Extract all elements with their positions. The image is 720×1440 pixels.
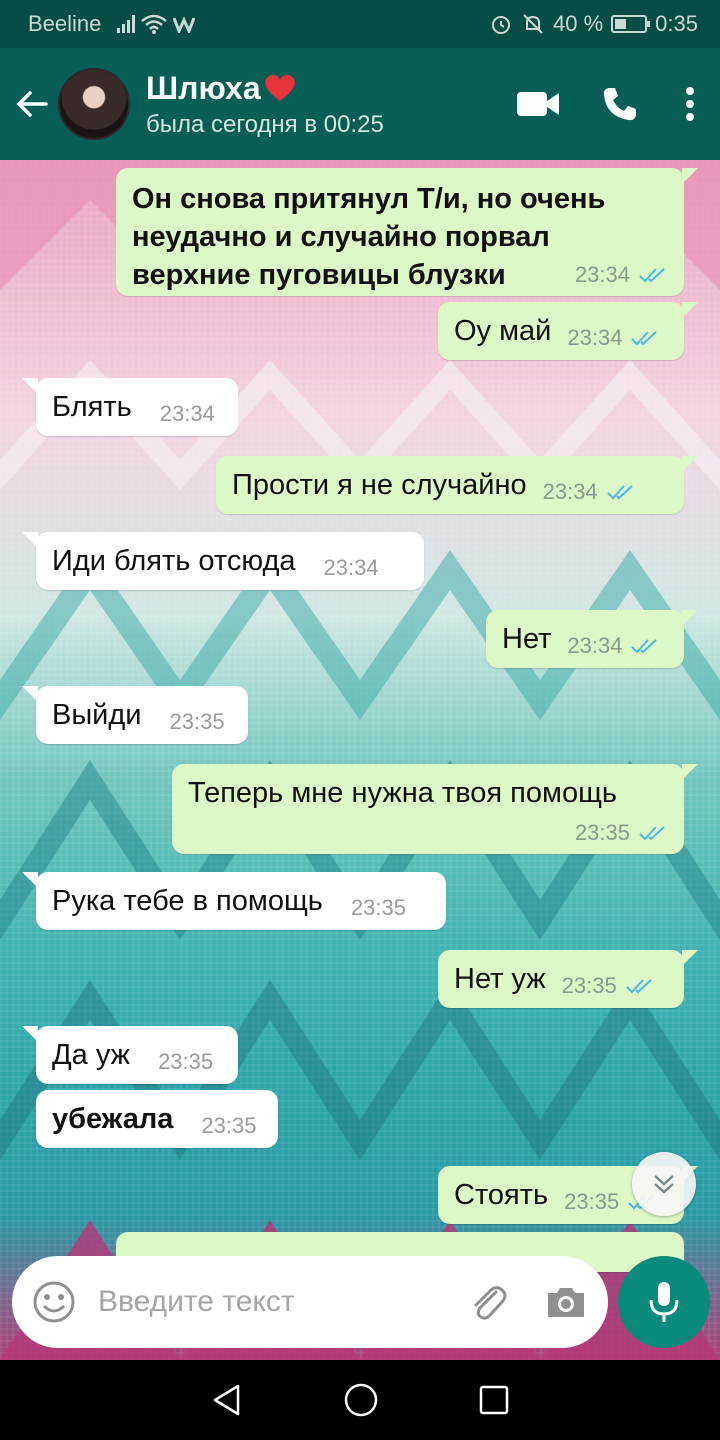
message-text: Да уж xyxy=(52,1039,131,1071)
chat-header: Шлюха была сегодня в 00:25 xyxy=(0,48,720,160)
message-meta: 23:34 xyxy=(567,325,660,351)
message-text: Рука тебе в помощь xyxy=(52,885,323,917)
alarm-icon xyxy=(492,16,511,34)
last-seen: была сегодня в 00:25 xyxy=(146,110,384,138)
message-time: 23:34 xyxy=(323,555,379,580)
message-time: 23:35 xyxy=(201,1113,257,1138)
carrier-label: Beeline xyxy=(28,11,102,36)
message-time: 23:34 xyxy=(542,479,598,504)
avatar[interactable] xyxy=(58,68,130,140)
message-text: Нет уж xyxy=(454,963,546,995)
message-text: Иди блять отсюда xyxy=(52,545,296,577)
message-outgoing[interactable]: Оу май 23:34 xyxy=(438,302,698,360)
phone-icon xyxy=(603,88,636,121)
message-incoming[interactable]: Выйди 23:35 xyxy=(22,686,248,744)
camera-icon[interactable] xyxy=(544,1280,588,1324)
more-options-button[interactable] xyxy=(670,72,710,136)
message-time: 23:34 xyxy=(159,401,215,426)
chevron-double-down-icon xyxy=(654,1175,674,1194)
message-incoming[interactable]: Блять 23:34 xyxy=(22,378,238,436)
message-incoming[interactable]: Рука тебе в помощь 23:35 xyxy=(22,872,446,930)
voice-record-button[interactable] xyxy=(618,1256,710,1348)
double-check-icon xyxy=(639,826,665,841)
nav-home-icon[interactable] xyxy=(343,1382,379,1418)
double-check-icon xyxy=(631,639,658,654)
scroll-to-bottom-button[interactable] xyxy=(632,1152,696,1216)
chat-area[interactable]: Он снова притянул Т/и, но очень неудачно… xyxy=(0,160,720,1360)
nav-recents-icon[interactable] xyxy=(478,1384,510,1416)
battery-fill xyxy=(615,19,627,29)
signal-group xyxy=(117,14,196,34)
message-outgoing[interactable]: Нет уж 23:35 xyxy=(438,950,698,1008)
message-time: 23:35 xyxy=(350,895,406,920)
status-bar: Beeline 40 % 0:35 xyxy=(0,0,720,48)
double-check-icon xyxy=(626,979,652,994)
message-text: Нет xyxy=(502,623,552,655)
contact-name-text: Шлюха xyxy=(146,69,261,106)
mute-icon xyxy=(523,14,543,34)
attach-icon[interactable] xyxy=(466,1280,510,1324)
message-time: 23:35 xyxy=(564,1189,620,1214)
back-arrow-icon xyxy=(16,91,48,117)
status-right: 40 % 0:35 xyxy=(489,11,698,37)
clock: 0:35 xyxy=(655,11,698,36)
message-text: Прости я не случайно xyxy=(232,469,527,501)
signal-icon xyxy=(117,15,136,33)
emoji-icon[interactable] xyxy=(32,1280,76,1324)
message-meta: 23:34 xyxy=(543,479,636,505)
message-meta: 23:35 xyxy=(575,820,668,846)
message-text: убежала xyxy=(52,1103,174,1135)
contact-name: Шлюха xyxy=(146,70,506,107)
voice-call-button[interactable] xyxy=(588,72,652,136)
wifi-icon xyxy=(141,14,168,34)
heart-emoji-icon xyxy=(264,74,295,101)
message-input[interactable]: Введите текст xyxy=(98,1285,446,1319)
message-text: Стоять xyxy=(454,1179,549,1211)
message-outgoing[interactable]: Нет 23:34 xyxy=(486,610,698,668)
message-composer: Введите текст xyxy=(12,1256,608,1348)
message-meta: 23:34 xyxy=(567,633,660,659)
message-text: Выйди xyxy=(52,699,142,731)
double-check-icon xyxy=(631,331,658,346)
app-notification-icon xyxy=(173,16,196,33)
message-time: 23:35 xyxy=(574,820,630,845)
message-meta: 23:35 xyxy=(562,973,655,999)
contact-info[interactable]: Шлюха была сегодня в 00:25 xyxy=(146,70,506,139)
message-text: Оу май xyxy=(454,315,552,347)
battery-percent: 40 % xyxy=(553,11,604,36)
message-time: 23:35 xyxy=(169,709,225,734)
message-meta: 23:34 xyxy=(575,262,668,288)
message-time: 23:34 xyxy=(567,325,623,350)
message-incoming[interactable]: убежала 23:35 xyxy=(36,1090,278,1148)
double-check-icon xyxy=(639,268,665,283)
more-vert-icon xyxy=(686,87,694,121)
nav-back-icon[interactable] xyxy=(210,1383,244,1417)
video-call-icon xyxy=(517,92,559,116)
mic-icon xyxy=(649,1282,679,1322)
video-call-button[interactable] xyxy=(506,72,570,136)
message-incoming[interactable]: Иди блять отсюда 23:34 xyxy=(22,532,424,590)
message-time: 23:34 xyxy=(567,633,623,658)
message-time: 23:35 xyxy=(561,973,617,998)
message-time: 23:35 xyxy=(158,1049,214,1074)
message-outgoing[interactable]: Теперь мне нужна твоя помощь 23:35 xyxy=(172,764,698,854)
message-incoming[interactable]: Да уж 23:35 xyxy=(22,1026,238,1084)
message-outgoing[interactable]: Он снова притянул Т/и, но очень неудачно… xyxy=(116,168,698,296)
back-button[interactable] xyxy=(0,48,64,160)
double-check-icon xyxy=(606,485,633,500)
battery-icon xyxy=(611,15,651,33)
message-time: 23:34 xyxy=(574,262,630,287)
message-outgoing[interactable]: Прости я не случайно 23:34 xyxy=(216,456,698,514)
message-text: Блять xyxy=(52,391,132,423)
message-text: Теперь мне нужна твоя помощь xyxy=(188,777,618,809)
system-navigation-bar xyxy=(0,1360,720,1440)
